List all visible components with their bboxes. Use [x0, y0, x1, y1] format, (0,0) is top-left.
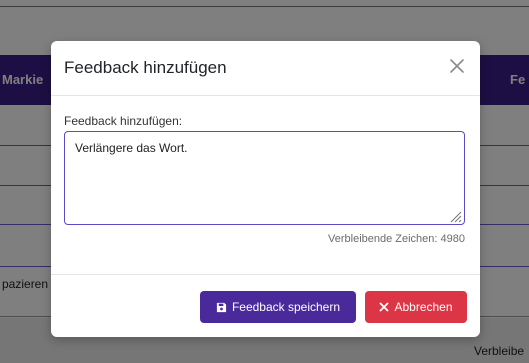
floppy-disk-icon: [216, 302, 227, 312]
feedback-field-label: Feedback hinzufügen:: [64, 114, 183, 128]
cancel-button-label: Abbrechen: [394, 300, 453, 314]
x-icon: [380, 302, 389, 312]
close-icon: [450, 59, 464, 73]
modal-header: Feedback hinzufügen: [51, 41, 480, 96]
modal-body: Feedback hinzufügen: Verlängere das Wort…: [51, 96, 480, 274]
feedback-modal: Feedback hinzufügen Feedback hinzufügen:…: [51, 41, 480, 337]
save-button-label: Feedback speichern: [231, 300, 341, 314]
close-button[interactable]: [446, 55, 468, 77]
feedback-textarea[interactable]: Verlängere das Wort.: [64, 131, 465, 225]
save-feedback-button[interactable]: Feedback speichern: [200, 291, 356, 323]
cancel-button[interactable]: Abbrechen: [365, 291, 467, 323]
remaining-characters-counter: Verbleibende Zeichen: 4980: [328, 233, 465, 245]
modal-footer: Feedback speichern Abbrechen: [51, 274, 480, 337]
modal-title: Feedback hinzufügen: [64, 58, 227, 77]
